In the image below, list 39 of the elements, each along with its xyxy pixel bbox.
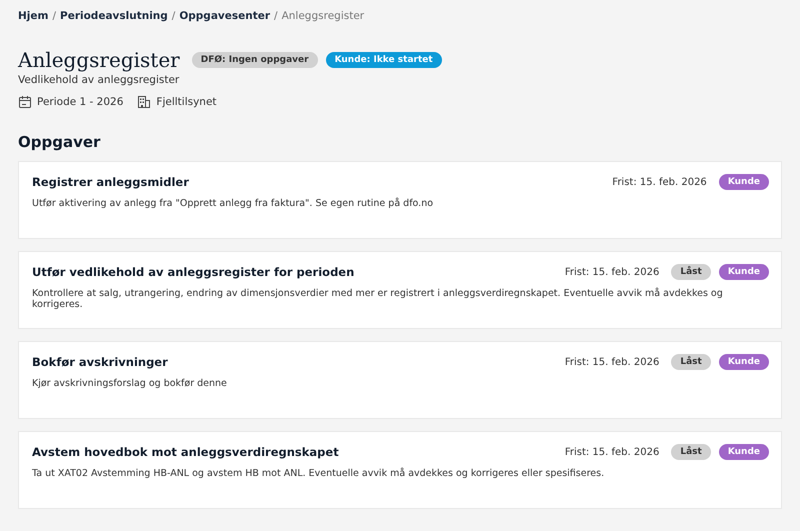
breadcrumb-link[interactable]: Hjem	[18, 10, 48, 22]
task-title: Registrer anleggsmidler	[32, 175, 189, 189]
page-subtitle: Vedlikehold av anleggsregister	[18, 74, 180, 86]
status-badge: Låst	[671, 354, 711, 370]
breadcrumb-separator: /	[274, 10, 278, 22]
status-badge: Kunde	[718, 444, 769, 460]
task-title: Utfør vedlikehold av anleggsregister for perioden	[32, 265, 354, 279]
task-card[interactable]: Avstem hovedbok mot anleggsverdiregnskapet Frist: 15. feb. 2026 Låst Kunde Ta ut XAT02 Avstemming HB-ANL og avstem HB mot ANL. Eventuelle avvik må avdekkes og korrigeres eller spesifiseres.	[18, 431, 782, 509]
page-title: Anleggsregister	[18, 48, 180, 72]
task-description: Ta ut XAT02 Avstemming HB-ANL og avstem HB mot ANL. Eventuelle avvik må avdekkes og korrigeres eller spesifiseres.	[32, 468, 606, 479]
task-card[interactable]: Bokfør avskrivninger Frist: 15. feb. 2026 Låst Kunde Kjør avskrivningsforslag og bokfør denne	[18, 341, 782, 419]
deadline-label: Frist: 15. feb. 2026	[564, 356, 660, 368]
breadcrumb-link[interactable]: Oppgavesenter	[179, 10, 270, 22]
status-badge: Kunde	[718, 264, 769, 280]
task-card[interactable]	[18, 251, 782, 329]
task-description: Kontrollere at salg, utrangering, endring av dimensjonsverdier med mer er registrert i anleggsverdiregnskapet. Eventuelle avvik må avdekkes og korrigeres.	[32, 288, 724, 310]
task-description: Utfør aktivering av anlegg fra "Opprett anlegg fra faktura". Se egen rutine på dfo.no	[32, 198, 434, 209]
period-label: Periode 1 - 2026	[37, 96, 124, 108]
status-badge: Låst	[671, 444, 711, 460]
breadcrumb-link[interactable]: Periodeavslutning	[60, 10, 168, 22]
task-card[interactable]: Registrer anleggsmidler Frist: 15. feb. 2026 Kunde Utfør aktivering av anlegg fra "Opprett anlegg fra faktura". Se egen rutine på dfo.no	[18, 161, 782, 239]
breadcrumb-separator: /	[52, 10, 56, 22]
status-badge: Kunde: Ikke startet	[326, 52, 442, 68]
organization-label: Fjelltilsynet	[156, 96, 217, 108]
calendar-icon	[18, 95, 32, 109]
status-badge: DFØ: Ingen oppgaver	[192, 52, 318, 68]
status-badge: Låst	[671, 264, 711, 280]
building-icon	[137, 95, 152, 109]
breadcrumb-separator: /	[172, 10, 176, 22]
deadline-label: Frist: 15. feb. 2026	[612, 176, 707, 188]
status-badge: Kunde	[718, 174, 769, 190]
section-heading: Oppgaver	[18, 133, 102, 151]
deadline-label: Frist: 15. feb. 2026	[564, 266, 660, 278]
status-badge: Kunde	[718, 354, 769, 370]
task-description: Kjør avskrivningsforslag og bokfør denne	[32, 378, 228, 389]
breadcrumb-current: Anleggsregister	[282, 10, 364, 22]
deadline-label: Frist: 15. feb. 2026	[564, 446, 660, 458]
task-title: Bokfør avskrivninger	[32, 355, 168, 369]
task-title: Avstem hovedbok mot anleggsverdiregnskapet	[32, 445, 339, 459]
